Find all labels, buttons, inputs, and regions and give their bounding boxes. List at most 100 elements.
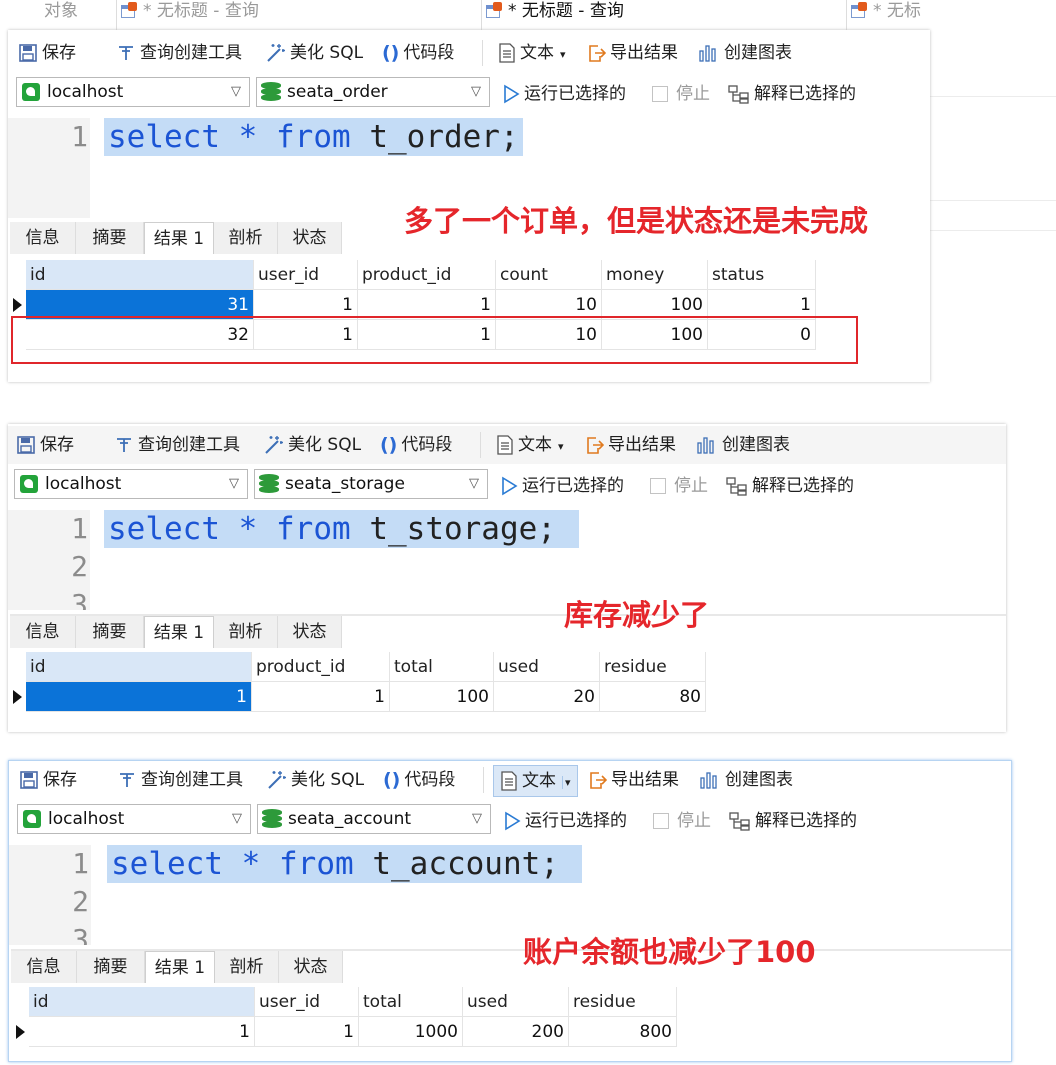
table-cell[interactable]: 800 (569, 1017, 677, 1047)
parentheses-icon: () (383, 769, 401, 791)
beautify-sql-button[interactable]: 美化 SQL (264, 34, 363, 72)
tab-profile[interactable]: 剖析 (215, 951, 279, 983)
beautify-sql-button[interactable]: 美化 SQL (262, 426, 361, 464)
column-header[interactable]: count (496, 260, 602, 290)
query-tab-icon (486, 2, 502, 18)
text-mode-button[interactable]: 文本 ▾ (498, 34, 566, 72)
table-cell[interactable]: 100 (390, 682, 494, 712)
tab-status[interactable]: 状态 (279, 951, 343, 983)
database-select[interactable]: seata_order ▽ (256, 77, 490, 107)
run-selected-button[interactable]: 运行已选择的 (500, 467, 624, 505)
save-button[interactable]: 保存 (16, 426, 74, 464)
column-header[interactable]: residue (569, 987, 677, 1017)
create-chart-button[interactable]: 创建图表 (698, 34, 792, 72)
explain-selected-button[interactable]: 解释已选择的 (726, 467, 854, 505)
column-header[interactable]: total (390, 652, 494, 682)
run-selected-button[interactable]: 运行已选择的 (503, 802, 627, 840)
table-cell[interactable]: 1000 (359, 1017, 463, 1047)
tab-result-1[interactable]: 结果 1 (144, 222, 214, 254)
stop-button[interactable]: 停止 (652, 75, 710, 113)
text-mode-button[interactable]: 文本 ▾ (496, 426, 564, 464)
database-icon (259, 474, 279, 494)
export-results-button[interactable]: 导出结果 (587, 761, 679, 799)
column-header[interactable]: user_id (255, 987, 359, 1017)
connection-select[interactable]: localhost ▽ (17, 804, 251, 834)
result-grid[interactable]: id product_id total used residue 1 1 100… (8, 652, 1004, 714)
tab-status[interactable]: 状态 (278, 616, 342, 648)
save-button[interactable]: 保存 (19, 761, 77, 799)
save-button[interactable]: 保存 (18, 34, 76, 72)
table-cell[interactable]: 1 (255, 1017, 359, 1047)
column-header[interactable]: id (26, 652, 252, 682)
document-icon (497, 435, 513, 455)
code-snippet-button[interactable]: () 代码段 (383, 761, 455, 799)
tab-info[interactable]: 信息 (10, 616, 76, 648)
tab-status[interactable]: 状态 (278, 222, 342, 254)
current-row-marker (10, 682, 24, 712)
column-header[interactable]: status (708, 260, 816, 290)
tab-objects[interactable]: 对象 (40, 0, 78, 30)
chevron-down-icon: ▾ (558, 440, 564, 453)
connection-select[interactable]: localhost ▽ (16, 77, 250, 107)
run-selected-button[interactable]: 运行已选择的 (502, 75, 626, 113)
tab-profile[interactable]: 剖析 (214, 616, 278, 648)
export-results-button[interactable]: 导出结果 (586, 34, 678, 72)
query-toolbar: 保存 查询创建工具 美化 SQL () 代码段 文本 ▾ 导出结果 创建图表 (8, 34, 930, 72)
tab-info[interactable]: 信息 (10, 222, 76, 254)
query-toolbar: 保存 查询创建工具 美化 SQL () 代码段 文本 ▾ 导出结果 创建图表 (8, 426, 1006, 464)
stop-button[interactable]: 停止 (653, 802, 711, 840)
tab-query-2[interactable]: * 无标题 - 查询 (481, 0, 848, 30)
save-icon (17, 436, 35, 454)
tab-profile[interactable]: 剖析 (214, 222, 278, 254)
sql-editor[interactable]: 1 2 3 select * from t_storage; (8, 510, 1006, 610)
text-mode-button[interactable]: 文本 ▾ (493, 765, 578, 797)
line-number: 3 (72, 923, 89, 945)
query-builder-button[interactable]: 查询创建工具 (114, 426, 240, 464)
table-cell[interactable]: 20 (494, 682, 600, 712)
column-header[interactable]: product_id (358, 260, 496, 290)
tab-result-1[interactable]: 结果 1 (144, 616, 214, 648)
tab-query-3[interactable]: * 无标 (846, 0, 941, 30)
stop-button[interactable]: 停止 (650, 467, 708, 505)
column-header[interactable]: user_id (254, 260, 358, 290)
tab-summary[interactable]: 摘要 (76, 616, 144, 648)
annotation-account: 账户余额也减少了100 (523, 935, 816, 969)
column-header[interactable]: used (463, 987, 569, 1017)
tab-summary[interactable]: 摘要 (77, 951, 145, 983)
create-chart-button[interactable]: 创建图表 (699, 761, 793, 799)
column-header[interactable]: money (602, 260, 708, 290)
column-header[interactable]: residue (600, 652, 706, 682)
create-chart-button[interactable]: 创建图表 (696, 426, 790, 464)
result-grid[interactable]: id user_id total used residue 1 1 1000 2… (9, 987, 1009, 1049)
table-cell[interactable]: 1 (252, 682, 390, 712)
column-header[interactable]: product_id (252, 652, 390, 682)
beautify-sql-button[interactable]: 美化 SQL (265, 761, 364, 799)
connection-select[interactable]: localhost ▽ (14, 469, 248, 499)
column-header[interactable]: id (26, 260, 254, 290)
query-builder-icon (120, 773, 134, 787)
table-cell[interactable]: 80 (600, 682, 706, 712)
connection-icon (22, 83, 40, 101)
table-cell[interactable]: 1 (29, 1017, 255, 1047)
column-header[interactable]: total (359, 987, 463, 1017)
query-builder-button[interactable]: 查询创建工具 (117, 761, 243, 799)
tab-result-1[interactable]: 结果 1 (145, 951, 215, 983)
code-snippet-button[interactable]: () 代码段 (380, 426, 452, 464)
column-header[interactable]: id (29, 987, 255, 1017)
tab-info[interactable]: 信息 (11, 951, 77, 983)
sql-editor[interactable]: 1 2 3 select * from t_account; (9, 845, 1011, 945)
database-select[interactable]: seata_account ▽ (257, 804, 491, 834)
tab-query-1[interactable]: * 无标题 - 查询 (116, 0, 483, 30)
code-snippet-button[interactable]: () 代码段 (382, 34, 454, 72)
table-cell[interactable]: 200 (463, 1017, 569, 1047)
table-cell[interactable]: 1 (26, 682, 252, 712)
export-results-button[interactable]: 导出结果 (584, 426, 676, 464)
query-panel-account: 保存 查询创建工具 美化 SQL () 代码段 文本 ▾ 导出结果 创建图表 loc… (8, 760, 1012, 1062)
document-icon (501, 771, 517, 791)
column-header[interactable]: used (494, 652, 600, 682)
database-select[interactable]: seata_storage ▽ (254, 469, 488, 499)
explain-selected-button[interactable]: 解释已选择的 (728, 75, 856, 113)
explain-selected-button[interactable]: 解释已选择的 (729, 802, 857, 840)
tab-summary[interactable]: 摘要 (76, 222, 144, 254)
query-builder-button[interactable]: 查询创建工具 (116, 34, 242, 72)
